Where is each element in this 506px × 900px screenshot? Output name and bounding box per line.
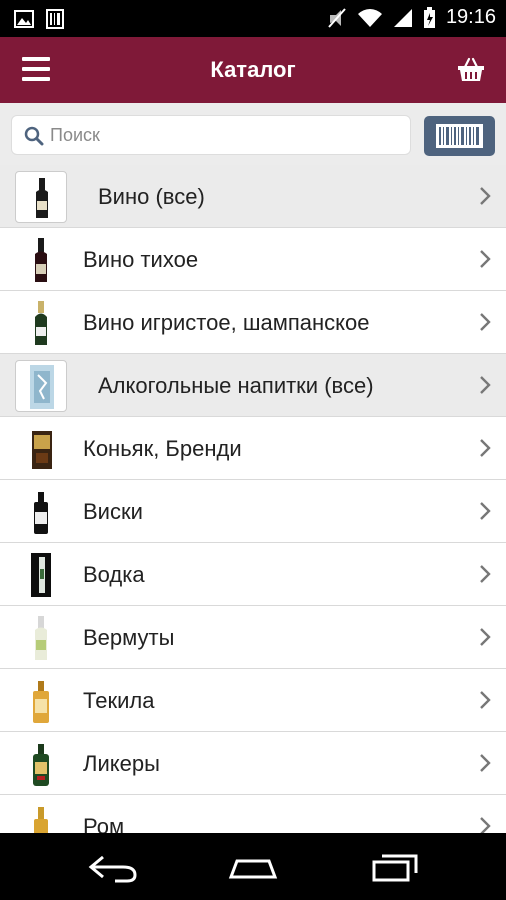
liqueur-bottle-icon [15, 738, 67, 790]
mute-icon [328, 7, 346, 28]
champagne-bottle-icon [15, 297, 67, 349]
chevron-right-icon [480, 628, 491, 646]
magnifier-icon [24, 126, 44, 146]
list-item-label: Вермуты [83, 625, 175, 650]
chevron-right-icon [480, 313, 491, 331]
chevron-right-icon [480, 439, 491, 457]
list-item-label: Вино игристое, шампанское [83, 310, 370, 335]
list-item[interactable]: Ром [0, 795, 506, 833]
list-item-label: Алкогольные напитки (все) [98, 373, 374, 398]
chevron-right-icon [480, 502, 491, 520]
chevron-right-icon [480, 250, 491, 268]
list-item[interactable]: Вино (все) [0, 165, 506, 228]
notification-icons [14, 9, 64, 29]
tequila-bottle-icon [15, 675, 67, 727]
list-item[interactable]: Водка [0, 543, 506, 606]
wine-bottle-thumbnail [15, 171, 67, 223]
wifi-icon [357, 8, 382, 27]
barcode-icon [436, 124, 483, 148]
rum-bottle-icon [15, 801, 67, 833]
chevron-right-icon [480, 754, 491, 772]
wine-bottle-icon [15, 234, 67, 286]
vermouth-bottle-icon [15, 612, 67, 664]
chevron-right-icon [480, 565, 491, 583]
chevron-right-icon [480, 817, 491, 833]
chevron-right-icon [480, 187, 491, 205]
battery-icon [423, 6, 435, 28]
list-item-label: Вино (все) [98, 184, 205, 209]
hamburger-menu-icon[interactable] [22, 57, 50, 81]
list-item[interactable]: Текила [0, 669, 506, 732]
list-item-label: Ром [83, 814, 125, 833]
search-field[interactable] [11, 115, 411, 155]
list-item[interactable]: Виски [0, 480, 506, 543]
whisky-bottle-icon [15, 486, 67, 538]
basket-icon[interactable] [456, 55, 486, 85]
home-icon[interactable] [225, 851, 281, 883]
list-item[interactable]: Вермуты [0, 606, 506, 669]
list-item-label: Коньяк, Бренди [83, 436, 242, 461]
cognac-bottle-icon [15, 423, 67, 475]
barcode-notification-icon [46, 9, 64, 29]
status-bar: 19:16 [0, 0, 506, 37]
list-item-label: Виски [83, 499, 143, 524]
system-indicators: 19:16 [327, 6, 496, 29]
page-title: Каталог [210, 57, 296, 82]
barcode-scan-button[interactable] [424, 116, 495, 156]
search-input[interactable] [50, 116, 400, 154]
back-icon[interactable] [85, 851, 141, 883]
catalog-list: Вино (все) Вино тихое Вино игристое, шам… [0, 165, 506, 833]
app-bar: Каталог [0, 37, 506, 103]
image-notification-icon [14, 10, 34, 28]
list-item[interactable]: Коньяк, Бренди [0, 417, 506, 480]
vodka-bottle-icon [15, 549, 67, 601]
list-item[interactable]: Алкогольные напитки (все) [0, 354, 506, 417]
chevron-right-icon [480, 691, 491, 709]
list-item-label: Ликеры [83, 751, 160, 776]
list-item-label: Текила [83, 688, 155, 713]
recent-apps-icon[interactable] [368, 851, 424, 883]
list-item[interactable]: Ликеры [0, 732, 506, 795]
search-bar [0, 103, 506, 165]
list-item-label: Вино тихое [83, 247, 199, 272]
system-navigation-bar [0, 833, 506, 900]
list-item[interactable]: Вино игристое, шампанское [0, 291, 506, 354]
clock: 19:16 [445, 6, 496, 28]
list-item[interactable]: Вино тихое [0, 228, 506, 291]
chevron-right-icon [480, 376, 491, 394]
spirits-box-thumbnail [15, 360, 67, 412]
signal-icon [393, 8, 412, 27]
list-item-label: Водка [83, 562, 145, 587]
